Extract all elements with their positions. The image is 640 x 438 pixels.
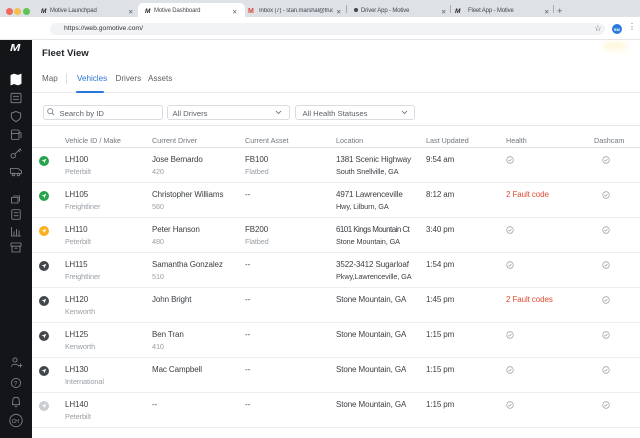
svg-text:M: M xyxy=(10,43,21,54)
svg-text:CH: CH xyxy=(12,419,20,425)
svg-text:?: ? xyxy=(14,381,18,388)
